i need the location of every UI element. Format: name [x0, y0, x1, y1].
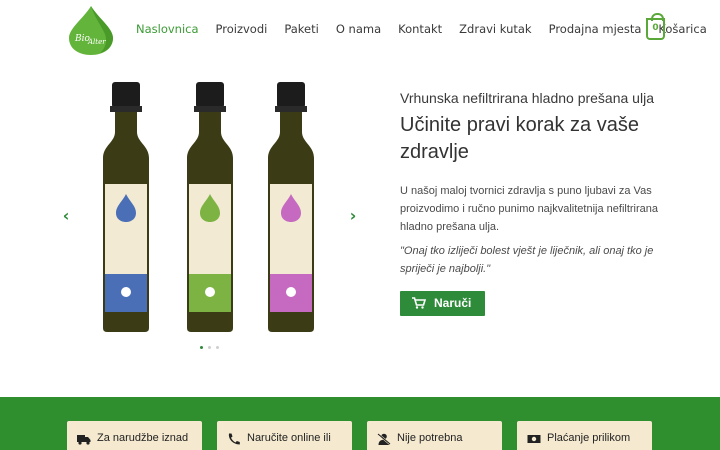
user-slash-icon: [377, 433, 391, 445]
nav-item-kontakt[interactable]: Kontakt: [398, 22, 442, 36]
money-icon: [527, 435, 541, 443]
bottle-image-lan: [103, 82, 149, 332]
feature-text: Plaćanje prilikom: [547, 432, 631, 444]
feature-card-payment: Plaćanje prilikom: [517, 421, 652, 450]
nav-item-proizvodi[interactable]: Proizvodi: [216, 22, 268, 36]
cart-count: 0: [652, 23, 659, 33]
truck-icon: [77, 435, 91, 445]
features-band: Za narudžbe iznad Naručite online ili Ni…: [0, 397, 720, 450]
slider-dots: [200, 346, 219, 349]
hero-headline: Učinite pravi korak za vaše zdravlje: [400, 114, 639, 163]
nav-item-paketi[interactable]: Paketi: [284, 22, 319, 36]
hero-kicker: Vrhunska nefiltrirana hladno prešana ulj…: [400, 90, 654, 106]
phone-icon: [228, 433, 240, 445]
hero-content: Vrhunska nefiltrirana hladno prešana ulj…: [400, 90, 670, 278]
chevron-right-icon[interactable]: ›: [347, 208, 359, 224]
feature-text: Za narudžbe iznad: [97, 432, 189, 444]
feature-card-registration: Nije potrebna: [367, 421, 502, 450]
nav-item-zdravi-kutak[interactable]: Zdravi kutak: [459, 22, 531, 36]
slider-dot-3[interactable]: [216, 346, 219, 349]
feature-text: Nije potrebna: [397, 432, 463, 444]
nav-item-naslovnica[interactable]: Naslovnica: [136, 22, 199, 36]
feature-text: Naručite online ili: [247, 432, 331, 444]
chevron-left-icon[interactable]: ‹: [60, 208, 72, 224]
slider-dot-2[interactable]: [208, 346, 211, 349]
nav-item-kosarica[interactable]: Košarica: [658, 22, 706, 36]
main-nav: Naslovnica Proizvodi Paketi O nama Konta…: [136, 22, 720, 36]
slider-dot-1[interactable]: [200, 346, 203, 349]
logo[interactable]: Bio Alter: [66, 4, 116, 56]
nav-item-prodajna-mjesta[interactable]: Prodajna mjesta: [549, 22, 642, 36]
site-header: Bio Alter Naslovnica Proizvodi Paketi O …: [0, 0, 720, 62]
order-button-label: Naruči: [434, 296, 472, 310]
hero-quote: "Onaj tko izliječi bolest vješt je liječ…: [400, 245, 654, 275]
cart-button[interactable]: 0: [646, 13, 665, 40]
feature-card-shipping: Za narudžbe iznad: [67, 421, 202, 450]
nav-item-o-nama[interactable]: O nama: [336, 22, 381, 36]
feature-card-order: Naručite online ili: [217, 421, 352, 450]
cart-icon: [412, 297, 426, 309]
svg-text:Alter: Alter: [87, 38, 106, 46]
bottle-image-hemp: [187, 82, 233, 332]
order-button[interactable]: Naruči: [400, 291, 485, 316]
bottle-image-third: [268, 82, 314, 332]
hero-description: U našoj maloj tvornici zdravlja s puno l…: [400, 185, 659, 233]
product-slider: ‹ ›: [60, 70, 365, 360]
